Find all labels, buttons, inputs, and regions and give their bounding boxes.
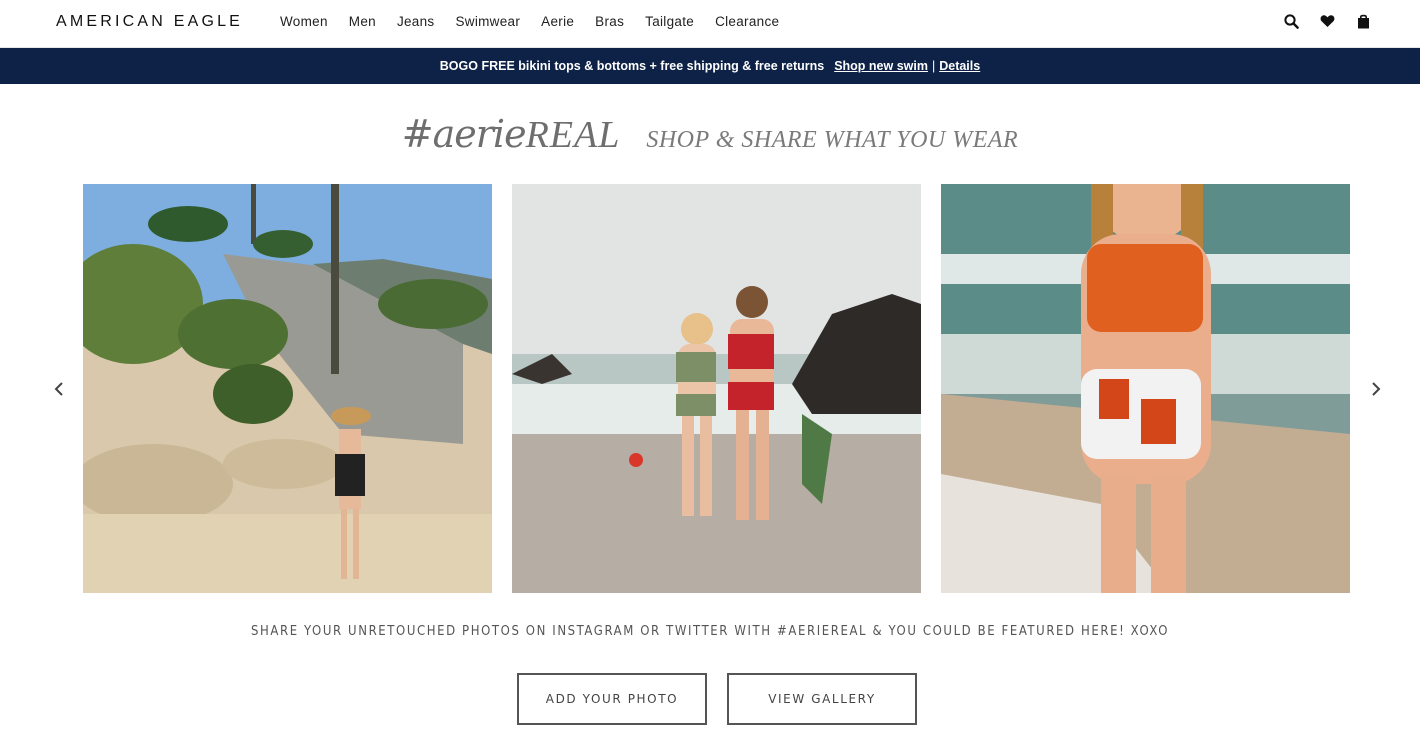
- beach-cliff-photo[interactable]: [83, 184, 492, 593]
- chevron-right-icon[interactable]: [1368, 378, 1384, 400]
- logo[interactable]: AMERICAN EAGLE: [56, 13, 243, 31]
- search-icon[interactable]: [1282, 12, 1300, 30]
- nav-men[interactable]: Men: [349, 14, 376, 29]
- orange-bikini-photo[interactable]: [941, 184, 1350, 593]
- details-link[interactable]: Details: [939, 59, 980, 73]
- promo-text: BOGO FREE bikini tops & bottoms + free s…: [439, 59, 825, 73]
- promo-separator: |: [931, 59, 936, 73]
- share-caption: SHARE YOUR UNRETOUCHED PHOTOS ON INSTAGR…: [250, 624, 1170, 639]
- site-header: AMERICAN EAGLE Women Men Jeans Swimwear …: [0, 0, 1420, 48]
- hashtag-aerie: #aerie: [401, 112, 527, 156]
- bag-icon[interactable]: [1354, 12, 1372, 30]
- shop-new-swim-link[interactable]: Shop new swim: [834, 59, 928, 73]
- nav-clearance[interactable]: Clearance: [715, 14, 779, 29]
- nav-tailgate[interactable]: Tailgate: [645, 14, 694, 29]
- tagline: SHOP & SHARE WHAT YOU WEAR: [646, 127, 1019, 153]
- main-nav: Women Men Jeans Swimwear Aerie Bras Tail…: [280, 14, 800, 29]
- real-word: REAL: [525, 114, 621, 156]
- nav-aerie[interactable]: Aerie: [541, 14, 574, 29]
- promo-bar: BOGO FREE bikini tops & bottoms + free s…: [0, 48, 1420, 84]
- nav-bras[interactable]: Bras: [595, 14, 624, 29]
- nav-women[interactable]: Women: [280, 14, 328, 29]
- add-your-photo-button[interactable]: ADD YOUR PHOTO: [517, 673, 707, 725]
- view-gallery-button[interactable]: VIEW GALLERY: [727, 673, 917, 725]
- two-women-beach-photo[interactable]: [512, 184, 921, 593]
- chevron-left-icon[interactable]: [51, 378, 67, 400]
- heart-icon[interactable]: [1318, 12, 1336, 30]
- header-icons: [1282, 12, 1372, 30]
- aerie-real-heading: #aerie REAL SHOP & SHARE WHAT YOU WEAR: [0, 112, 1420, 168]
- nav-jeans[interactable]: Jeans: [397, 14, 435, 29]
- nav-swimwear[interactable]: Swimwear: [455, 14, 520, 29]
